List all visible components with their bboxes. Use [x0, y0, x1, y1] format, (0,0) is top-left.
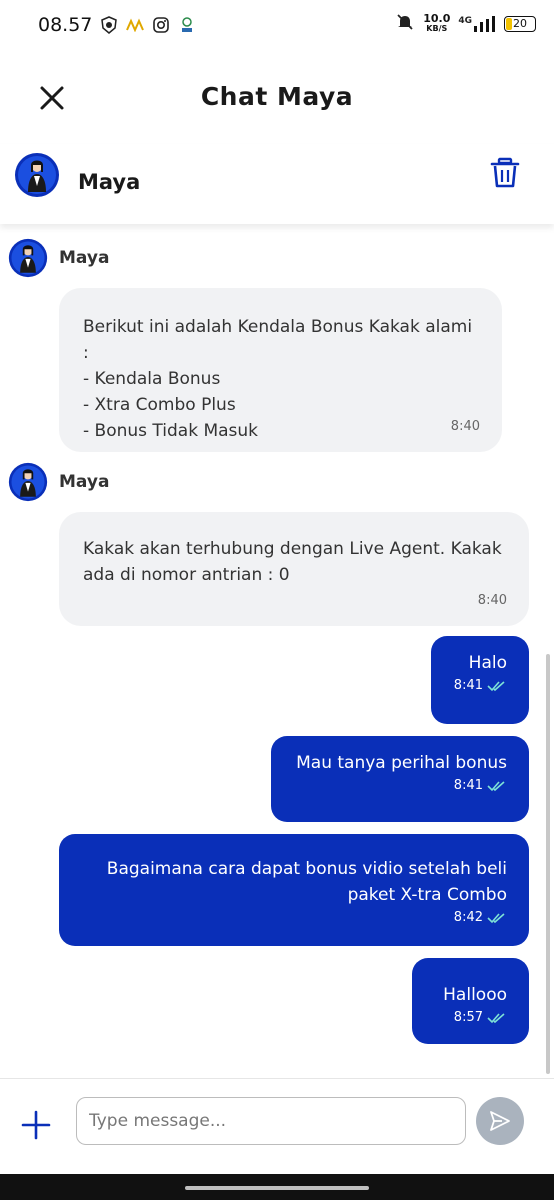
message-time: 8:41 — [453, 678, 483, 693]
message-text: Bagaimana cara dapat bonus vidio setelah… — [106, 859, 507, 905]
plus-icon — [21, 1110, 51, 1140]
message-time: 8:40 — [477, 593, 507, 608]
chat-header: Chat Maya — [0, 52, 554, 144]
add-attachment-button[interactable] — [20, 1109, 52, 1141]
incoming-message[interactable]: Berikut ini adalah Kendala Bonus Kakak a… — [59, 288, 502, 452]
message-time: 8:42 — [453, 910, 483, 925]
home-indicator[interactable] — [185, 1186, 369, 1190]
message-text: Kakak akan terhubung dengan Live Agent. … — [83, 539, 502, 585]
status-bar: 08.57 10.0 KB/S 4G 20 — [0, 0, 554, 52]
message-sender: Maya — [59, 472, 110, 492]
battery-icon: 20 — [504, 16, 536, 32]
read-receipt-icon — [487, 681, 505, 692]
send-button[interactable] — [476, 1097, 524, 1145]
agent-avatar — [14, 152, 60, 198]
system-nav-bar — [0, 1174, 554, 1200]
outgoing-message[interactable]: Halo 8:41 — [431, 636, 529, 724]
message-input[interactable] — [76, 1097, 466, 1145]
message-sender: Maya — [59, 248, 110, 268]
page-title: Chat Maya — [200, 82, 354, 111]
outgoing-message[interactable]: Bagaimana cara dapat bonus vidio setelah… — [59, 834, 529, 946]
trash-icon — [490, 157, 520, 188]
delete-chat-button[interactable] — [488, 156, 522, 190]
net-speed: 10.0 KB/S — [423, 12, 451, 33]
read-receipt-icon — [487, 913, 505, 924]
status-right: 10.0 KB/S 4G 20 — [395, 12, 536, 36]
send-icon — [490, 1111, 510, 1131]
status-time: 08.57 — [38, 14, 93, 36]
composer — [0, 1078, 554, 1174]
chat-messages[interactable]: Maya Berikut ini adalah Kendala Bonus Ka… — [0, 224, 554, 1078]
agent-bar: Maya — [0, 144, 554, 224]
incoming-message[interactable]: Kakak akan terhubung dengan Live Agent. … — [59, 512, 529, 626]
sender-avatar — [8, 462, 48, 502]
message-time: 8:41 — [453, 778, 483, 793]
notification-icons — [100, 16, 196, 34]
message-text: Mau tanya perihal bonus — [296, 753, 507, 773]
chat-scrollbar[interactable] — [546, 654, 550, 1074]
message-text: Berikut ini adalah Kendala Bonus Kakak a… — [83, 317, 473, 441]
app-logo-icon — [126, 16, 144, 34]
app-badge-icon — [178, 16, 196, 34]
instagram-icon — [152, 16, 170, 34]
sender-avatar — [8, 238, 48, 278]
read-receipt-icon — [487, 781, 505, 792]
mute-icon — [395, 12, 415, 36]
message-text: Hallooo — [443, 985, 507, 1005]
read-receipt-icon — [487, 1013, 505, 1024]
outgoing-message[interactable]: Hallooo 8:57 — [412, 958, 529, 1044]
outgoing-message[interactable]: Mau tanya perihal bonus 8:41 — [271, 736, 529, 822]
message-text: Halo — [468, 653, 507, 673]
agent-name: Maya — [78, 170, 141, 194]
football-club-icon — [100, 16, 118, 34]
message-time: 8:40 — [450, 419, 480, 434]
message-time: 8:57 — [453, 1010, 483, 1025]
signal-icon: 4G — [458, 16, 496, 32]
